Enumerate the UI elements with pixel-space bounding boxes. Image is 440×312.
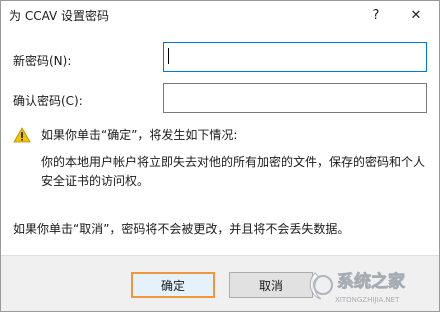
warning-detail-line2: 安全证书的访问权。 xyxy=(41,174,150,188)
new-password-field[interactable] xyxy=(163,42,427,72)
button-bar: 确定 取消 xyxy=(1,255,439,311)
cancel-button[interactable]: 取消 xyxy=(229,272,313,298)
warning-detail-line1: 你的本地用户帐户将立即失去对他的所有加密的文件，保存的密码和个人 xyxy=(41,155,426,169)
close-icon: ✕ xyxy=(410,7,422,23)
ok-button[interactable]: 确定 xyxy=(131,272,215,298)
confirm-password-field[interactable] xyxy=(163,83,427,113)
set-password-dialog: 为 CCAV 设置密码 ? ✕ 新密码(N): 确认密码(C): 如果你单击“确… xyxy=(0,0,440,312)
help-button[interactable]: ? xyxy=(361,1,391,29)
dialog-title: 为 CCAV 设置密码 xyxy=(9,9,110,23)
title-bar: 为 CCAV 设置密码 ? ✕ xyxy=(1,1,439,29)
confirm-password-label: 确认密码(C): xyxy=(13,94,83,108)
help-icon: ? xyxy=(372,7,380,23)
ok-button-label: 确定 xyxy=(160,278,185,293)
close-button[interactable]: ✕ xyxy=(393,1,439,29)
warning-heading: 如果你单击“确定”，将发生如下情况: xyxy=(41,128,238,142)
warning-triangle-icon xyxy=(13,127,31,143)
new-password-label: 新密码(N): xyxy=(13,54,72,68)
text-caret xyxy=(168,48,169,64)
cancel-button-label: 取消 xyxy=(258,278,283,293)
cancel-note: 如果你单击“取消”，密码将不会被更改，并且将不会丢失数据。 xyxy=(13,222,350,236)
